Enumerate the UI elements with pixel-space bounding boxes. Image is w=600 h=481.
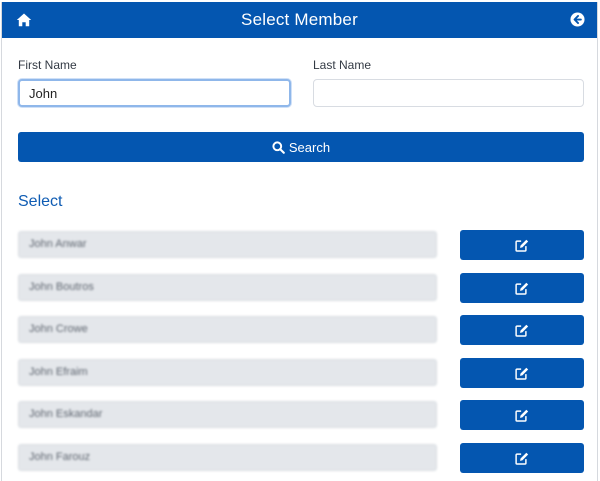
edit-member-button[interactable] bbox=[460, 400, 584, 430]
edit-icon bbox=[515, 409, 529, 422]
first-name-label: First Name bbox=[18, 58, 77, 72]
member-name[interactable]: John Farouz bbox=[18, 444, 437, 471]
member-name[interactable]: John Crowe bbox=[18, 316, 437, 343]
header-bar: Select Member bbox=[2, 2, 597, 38]
search-icon bbox=[272, 140, 285, 154]
last-name-input[interactable] bbox=[313, 79, 584, 107]
last-name-label: Last Name bbox=[313, 58, 372, 72]
edit-member-button[interactable] bbox=[460, 230, 584, 260]
results-title: Select bbox=[18, 193, 63, 210]
app-window: Select Member First Name Last Name Searc… bbox=[1, 2, 598, 481]
edit-member-button[interactable] bbox=[460, 358, 584, 388]
member-name[interactable]: John Anwar bbox=[18, 231, 437, 258]
member-row: John Boutros bbox=[18, 273, 584, 303]
member-row: John Efraim bbox=[18, 358, 584, 388]
member-name[interactable]: John Boutros bbox=[18, 274, 437, 301]
member-row: John Crowe bbox=[18, 315, 584, 345]
page-title: Select Member bbox=[241, 10, 358, 29]
edit-icon bbox=[515, 239, 529, 252]
member-name[interactable]: John Eskandar bbox=[18, 401, 437, 428]
edit-member-button[interactable] bbox=[460, 273, 584, 303]
member-row: John Eskandar bbox=[18, 400, 584, 430]
member-name[interactable]: John Efraim bbox=[18, 359, 437, 386]
edit-icon bbox=[515, 282, 529, 295]
search-button-label: Search bbox=[288, 139, 331, 155]
search-button[interactable]: Search bbox=[18, 132, 584, 162]
edit-icon bbox=[515, 324, 529, 337]
edit-member-button[interactable] bbox=[460, 443, 584, 473]
first-name-input[interactable] bbox=[18, 79, 291, 107]
member-row: John Anwar bbox=[18, 230, 584, 260]
member-row: John Farouz bbox=[18, 443, 584, 473]
arrow-circle-left-icon[interactable] bbox=[570, 12, 585, 27]
edit-icon bbox=[515, 367, 529, 380]
edit-icon bbox=[515, 452, 529, 465]
edit-member-button[interactable] bbox=[460, 315, 584, 345]
